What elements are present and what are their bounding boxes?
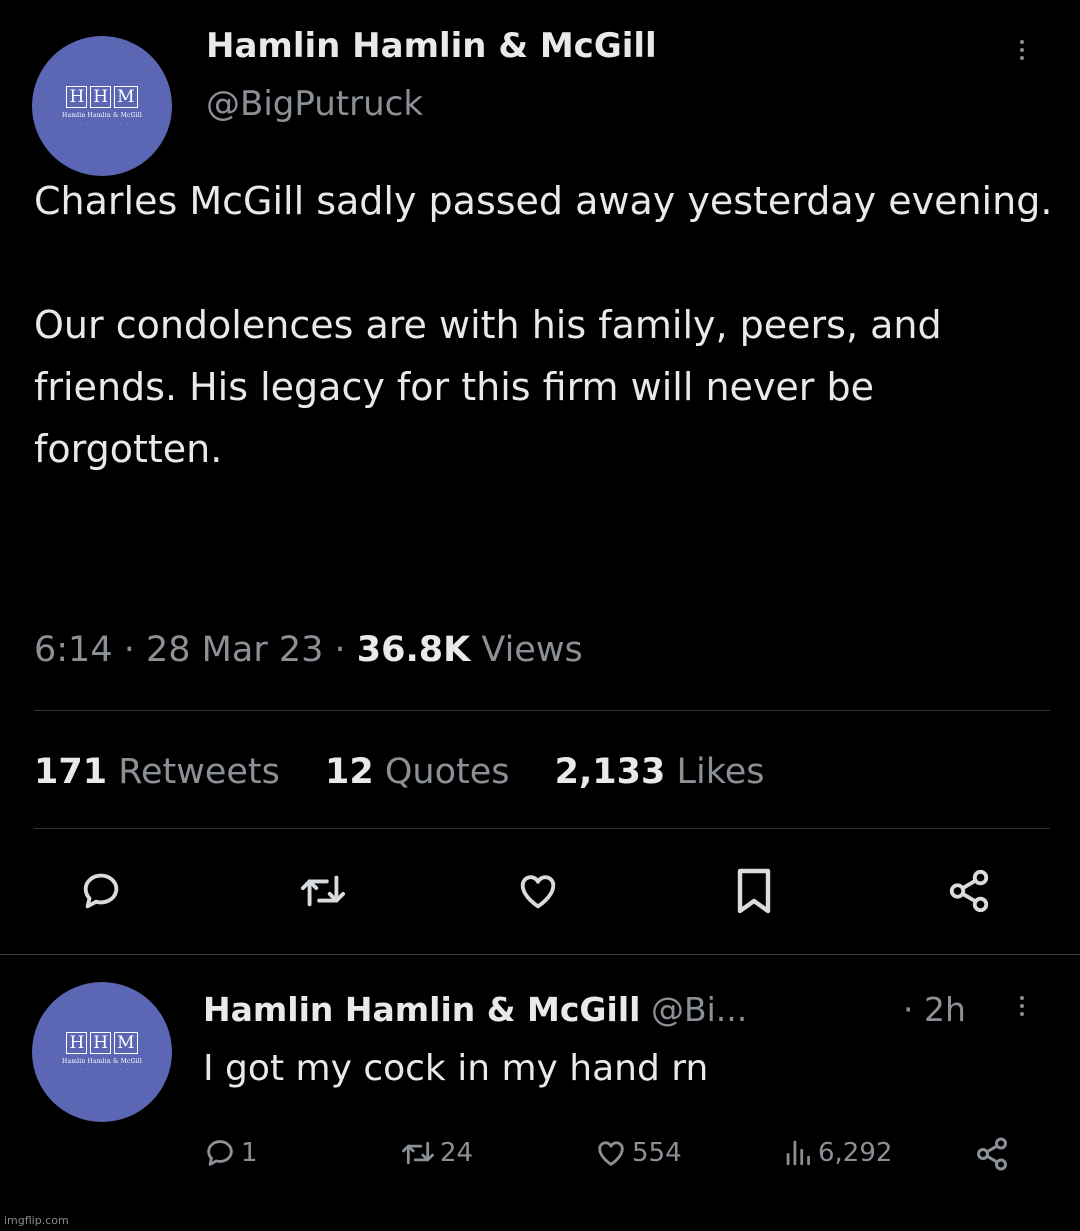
- reply-text: I got my cock in my hand rn: [203, 1048, 709, 1089]
- reply-avatar[interactable]: H H M Hamlin Hamlin & McGill · · · · · ·…: [32, 982, 172, 1122]
- views-icon: [786, 1140, 810, 1166]
- tweet-paragraph: Charles McGill sadly passed away yesterd…: [34, 179, 1053, 223]
- more-options-icon[interactable]: [1020, 40, 1024, 60]
- share-icon: [949, 869, 989, 913]
- reply-display-name[interactable]: Hamlin Hamlin & McGill: [203, 990, 640, 1029]
- retweets-stat[interactable]: 171 Retweets: [34, 752, 280, 792]
- reply-age[interactable]: · 2h: [903, 990, 966, 1029]
- user-handle[interactable]: @BigPutruck: [206, 84, 423, 124]
- display-name[interactable]: Hamlin Hamlin & McGill: [206, 26, 657, 66]
- firm-logo-tagline: · · · · · · · · ·: [74, 121, 130, 126]
- firm-logo-tagline: · · · · · · · · ·: [74, 1067, 130, 1072]
- like-count: 554: [632, 1138, 682, 1168]
- reply-icon: [83, 873, 119, 909]
- reply-button[interactable]: [78, 868, 124, 914]
- divider: [34, 710, 1050, 711]
- reply-like-button[interactable]: 554: [594, 1136, 682, 1170]
- reply-views-button[interactable]: 6,292: [784, 1136, 892, 1170]
- firm-logo-text: Hamlin Hamlin & McGill: [62, 112, 142, 119]
- likes-stat[interactable]: 2,133 Likes: [555, 752, 765, 792]
- reply-icon: [207, 1140, 233, 1166]
- engagement-stats: 171 Retweets 12 Quotes 2,133 Likes: [34, 752, 799, 792]
- like-icon: [520, 875, 556, 909]
- reply-count: 1: [241, 1138, 258, 1168]
- reply-retweet-button[interactable]: 24: [400, 1136, 473, 1170]
- share-icon: [977, 1137, 1007, 1171]
- tweet-paragraph: Our condolences are with his family, pee…: [34, 303, 942, 471]
- tweet-time[interactable]: 6:14: [34, 630, 113, 670]
- share-button[interactable]: [946, 868, 992, 914]
- retweet-count: 24: [440, 1138, 474, 1168]
- bookmark-button[interactable]: [734, 866, 774, 916]
- firm-monogram: H H M: [66, 86, 138, 108]
- tweet-text: Charles McGill sadly passed away yesterd…: [34, 170, 1054, 480]
- reply-header: Hamlin Hamlin & McGill @Bi...: [203, 990, 747, 1029]
- reply-handle[interactable]: @Bi...: [651, 990, 747, 1029]
- more-options-icon[interactable]: [1020, 996, 1024, 1016]
- retweet-icon: [402, 1141, 434, 1165]
- thread-separator: [0, 954, 1080, 955]
- firm-monogram: H H M: [66, 1032, 138, 1054]
- tweet-meta: 6:14 · 28 Mar 23 · 36.8K Views: [34, 630, 583, 670]
- retweet-icon: [300, 875, 346, 907]
- bookmark-icon: [737, 868, 771, 914]
- reply-reply-button[interactable]: 1: [203, 1136, 258, 1170]
- like-icon: [598, 1141, 624, 1166]
- quotes-stat[interactable]: 12 Quotes: [325, 752, 510, 792]
- retweet-button[interactable]: [298, 868, 348, 914]
- views-label: Views: [481, 630, 583, 670]
- divider: [34, 828, 1050, 829]
- watermark: imgflip.com: [4, 1214, 69, 1227]
- like-button[interactable]: [514, 868, 562, 914]
- views-count: 6,292: [818, 1138, 893, 1168]
- avatar[interactable]: H H M Hamlin Hamlin & McGill · · · · · ·…: [32, 36, 172, 176]
- tweet-date[interactable]: 28 Mar 23: [146, 630, 323, 670]
- firm-logo-text: Hamlin Hamlin & McGill: [62, 1058, 142, 1065]
- views-count: 36.8K: [356, 630, 471, 670]
- reply-share-button[interactable]: [974, 1136, 1010, 1172]
